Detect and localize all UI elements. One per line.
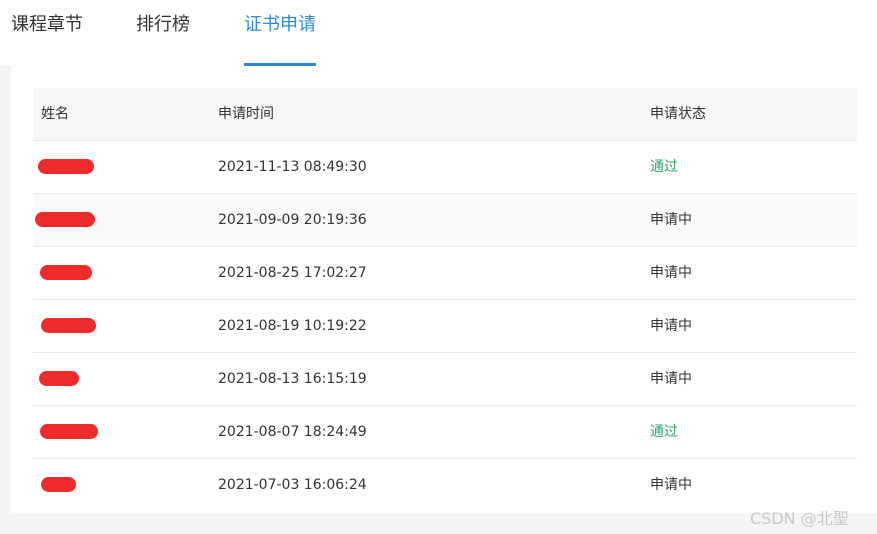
tab-course-chapters[interactable]: 课程章节 [11,0,83,64]
status-cell: 申请中 [650,371,692,387]
tab-certificate-application[interactable]: 证书申请 [244,0,316,66]
table-header: 姓名 申请时间 申请状态 [33,88,857,140]
time-cell: 2021-08-19 10:19:22 [218,318,367,334]
watermark: CSDN @北聖 [750,509,849,528]
redaction-mark [38,159,94,174]
time-cell: 2021-07-03 16:06:24 [218,477,367,493]
tab-leaderboard[interactable]: 排行榜 [136,0,192,64]
redaction-mark [41,477,76,492]
time-cell: 2021-11-13 08:49:30 [218,159,367,175]
tab-label: 课程章节 [11,14,83,35]
redaction-mark [40,424,98,439]
table-row: 2021-08-13 16:15:19 申请中 [33,352,857,405]
application-table: 姓名 申请时间 申请状态 2021-11-13 08:49:30 通过 2021… [33,88,857,511]
redaction-mark [40,265,92,280]
redaction-mark [35,212,95,227]
table-row: 2021-07-03 16:06:24 申请中 [33,458,857,511]
table-row: 2021-08-07 18:24:49 通过 [33,405,857,458]
time-cell: 2021-08-07 18:24:49 [218,424,367,440]
status-cell: 通过 [650,159,678,175]
table-row: 2021-08-19 10:19:22 申请中 [33,299,857,352]
header-status: 申请状态 [650,106,706,122]
time-cell: 2021-09-09 20:19:36 [218,212,367,228]
certificate-application-panel: 姓名 申请时间 申请状态 2021-11-13 08:49:30 通过 2021… [11,66,877,513]
time-cell: 2021-08-13 16:15:19 [218,371,367,387]
status-cell: 申请中 [650,212,692,228]
time-cell: 2021-08-25 17:02:27 [218,265,367,281]
tab-bar: 课程章节 排行榜 证书申请 [0,0,877,67]
table-row: 2021-08-25 17:02:27 申请中 [33,246,857,299]
table-row: 2021-11-13 08:49:30 通过 [33,140,857,193]
header-time: 申请时间 [218,106,274,122]
status-cell: 申请中 [650,265,692,281]
redaction-mark [41,318,96,333]
status-cell: 申请中 [650,318,692,334]
redaction-mark [39,371,79,386]
status-cell: 申请中 [650,477,692,493]
status-cell: 通过 [650,424,678,440]
tab-label: 证书申请 [244,14,316,35]
table-row: 2021-09-09 20:19:36 申请中 [33,193,857,246]
tab-label: 排行榜 [136,14,190,35]
header-name: 姓名 [41,106,69,122]
